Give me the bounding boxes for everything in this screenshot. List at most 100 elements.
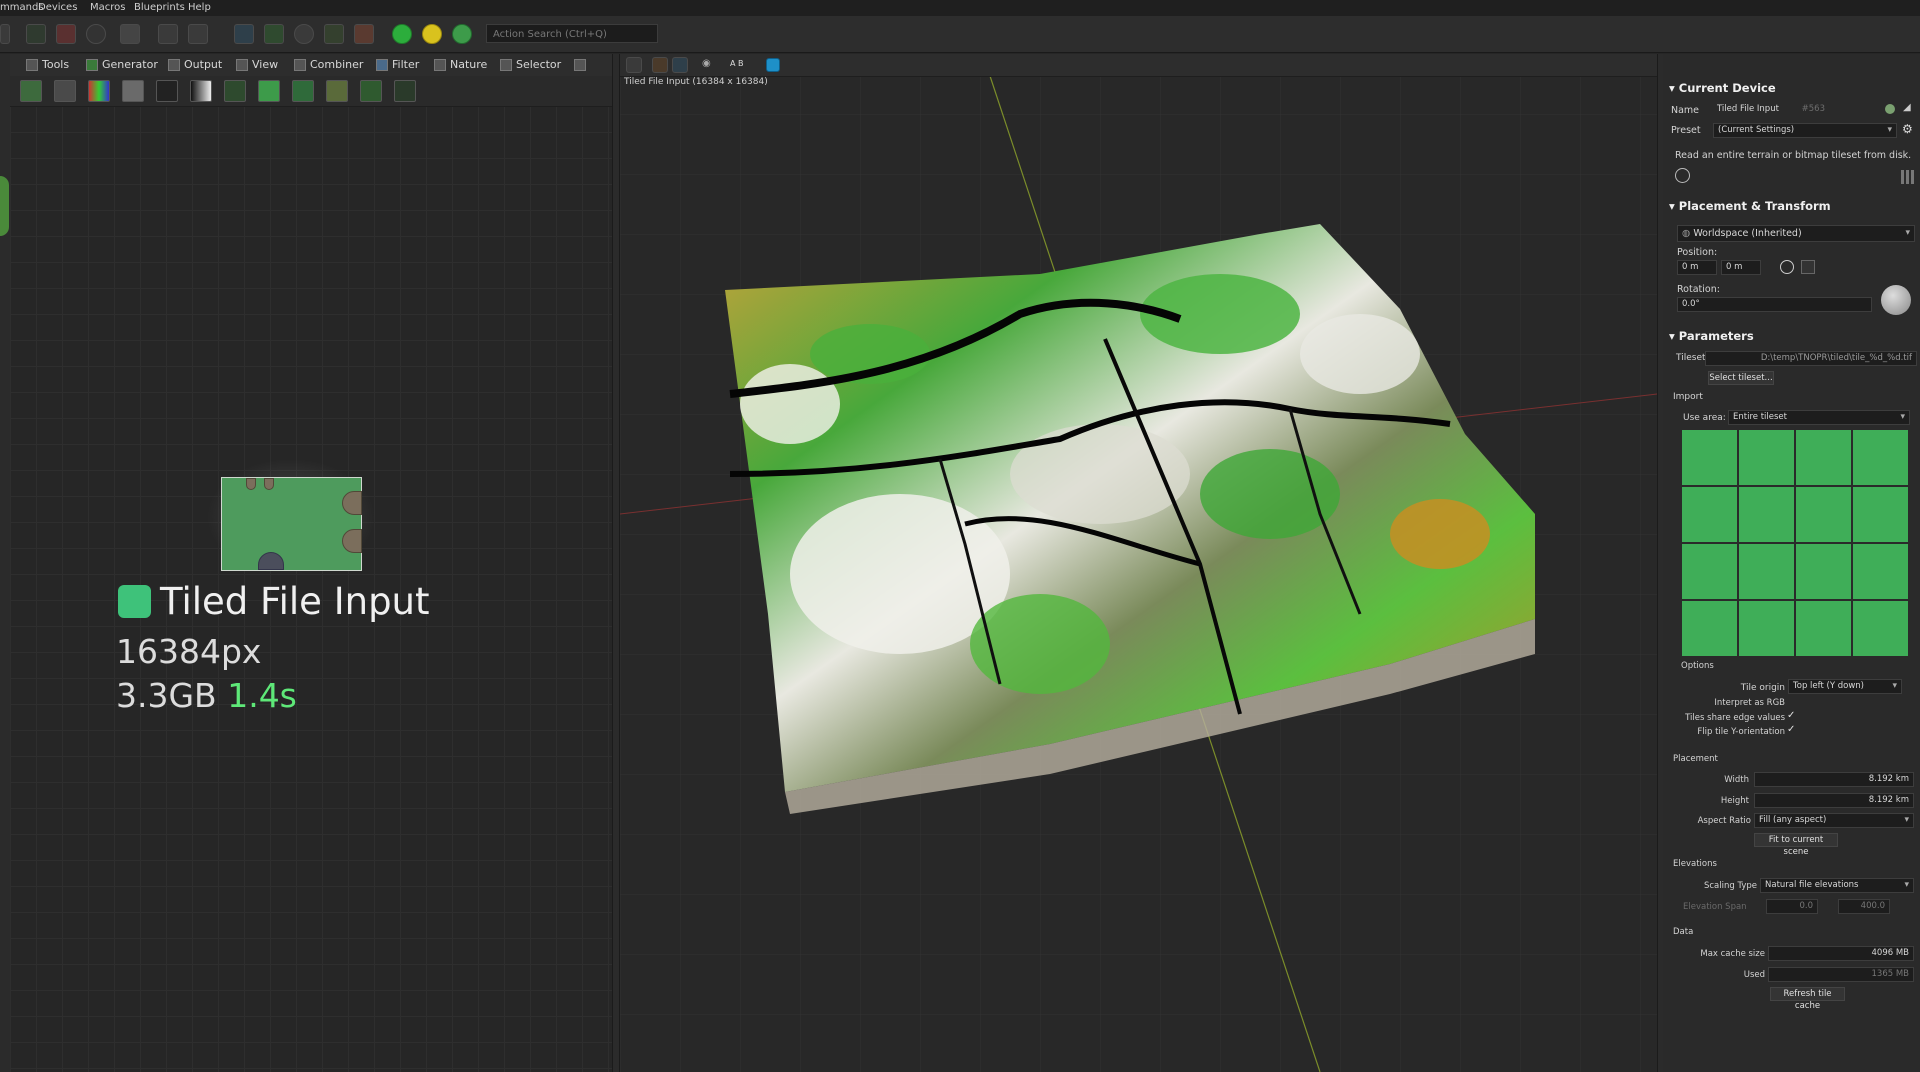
globe-small-icon: ◍ [1682,228,1694,239]
device-constant-icon[interactable] [122,80,144,102]
elevation-max-field[interactable]: 400.0 [1838,899,1890,914]
node-mask-port[interactable] [258,552,284,570]
layout-single-icon[interactable] [158,24,178,44]
build-icon[interactable] [56,24,76,44]
device-fill-icon[interactable] [258,80,280,102]
green-ball-icon[interactable] [392,24,412,44]
settings-icon[interactable] [120,24,140,44]
edit-notes-icon[interactable] [1675,168,1690,183]
action-search-input[interactable]: Action Search (Ctrl+Q) [486,24,658,43]
back-icon[interactable] [0,24,10,44]
aspect-ratio-select[interactable]: Fill (any aspect) [1754,813,1914,828]
yellow-ball-icon[interactable] [422,24,442,44]
max-cache-field[interactable]: 4096 MB [1768,946,1914,961]
height-field[interactable]: 8.192 km [1754,793,1914,808]
menu-macros[interactable]: Macros [90,2,125,13]
tab-nature[interactable]: Nature [432,57,487,73]
layout-grid-icon[interactable] [188,24,208,44]
tile-grid-preview[interactable] [1681,429,1910,657]
elevation-min-field[interactable]: 0.0 [1766,899,1818,914]
menu-blueprints[interactable]: Blueprints [134,2,185,13]
map-icon[interactable] [264,24,284,44]
position-x-field[interactable]: 0 m [1677,260,1717,275]
space-select[interactable]: ◍ Worldspace (Inherited) [1677,225,1915,242]
graph-icon[interactable] [26,24,46,44]
node-input-port[interactable] [246,478,256,490]
eye-icon[interactable]: ◉ [702,58,711,69]
tab-more[interactable] [572,57,586,73]
tab-selector[interactable]: Selector [498,57,561,73]
device-mountain-icon[interactable] [292,80,314,102]
select-tileset-button[interactable]: Select tileset... [1708,371,1774,385]
tileset-path-field[interactable]: D:\temp\TNOPR\tiled\tile_%d_%d.tif [1705,351,1917,366]
section-parameters[interactable]: ▾ Parameters [1669,329,1754,343]
width-field[interactable]: 8.192 km [1754,772,1914,787]
node-input-port[interactable] [264,478,274,490]
flip-y-checkbox[interactable]: ✓ [1787,724,1795,735]
preset-label: Preset [1671,125,1701,136]
device-file-icon[interactable] [156,80,178,102]
device-gradient-icon[interactable] [190,80,212,102]
ab-compare-toggle[interactable]: A B [730,59,744,68]
position-y-field[interactable]: 0 m [1721,260,1761,275]
tab-view[interactable]: View [234,57,278,73]
device-name-field[interactable]: Tiled File Input #563 [1713,103,1863,118]
device-noise-icon[interactable] [224,80,246,102]
interpret-rgb-checkbox[interactable] [1787,696,1797,706]
center-position-icon[interactable] [1780,260,1794,274]
node-output-port[interactable] [342,529,362,553]
tab-filter[interactable]: Filter [374,57,419,73]
camera-icon[interactable] [626,57,642,73]
refresh-tile-cache-button[interactable]: Refresh tile cache [1770,987,1845,1011]
rotation-field[interactable]: 0.0° [1677,297,1872,312]
tab-output[interactable]: Output [166,57,222,73]
export-icon[interactable] [354,24,374,44]
share-edge-checkbox[interactable]: ✓ [1787,710,1795,721]
use-area-select[interactable]: Entire tileset [1728,410,1910,425]
device-voronoi-icon[interactable] [326,80,348,102]
preset-select[interactable]: (Current Settings) [1713,123,1897,138]
tab-tools[interactable]: Tools [24,57,69,73]
tab-combiner[interactable]: Combiner [292,57,363,73]
more-tabs-icon [574,59,586,71]
node-title: Tiled File Input [160,580,430,623]
device-palette [10,76,612,107]
scaling-type-select[interactable]: Natural file elevations [1760,878,1914,893]
rotation-dial[interactable] [1881,285,1911,315]
edit-name-icon[interactable]: ◢ [1903,102,1911,113]
globe-icon[interactable] [294,24,314,44]
tab-generator[interactable]: Generator [84,57,158,73]
node-status-swatch [118,585,151,618]
section-placement-transform[interactable]: ▾ Placement & Transform [1669,199,1831,213]
menu-commands[interactable]: mmands [0,2,44,13]
tileset-label: Tileset [1676,353,1706,363]
tiled-file-input-node[interactable] [221,477,362,571]
filter-icon [376,59,388,71]
properties-panel: ▾ Current Device Name Tiled File Input #… [1663,54,1920,1072]
terrain-icon[interactable] [324,24,344,44]
menu-help[interactable]: Help [188,2,211,13]
section-current-device[interactable]: ▾ Current Device [1669,81,1776,95]
tile-origin-select[interactable]: Top left (Y down) [1788,679,1902,694]
menu-devices[interactable]: Devices [38,2,77,13]
build-ball-icon[interactable] [452,24,472,44]
info-icon[interactable] [766,58,780,72]
panel-splitter[interactable] [612,54,620,1072]
shading-icon[interactable] [672,57,688,73]
pick-position-icon[interactable] [1801,260,1815,274]
device-color-icon[interactable] [88,80,110,102]
device-tiled-input-icon[interactable] [394,80,416,102]
tile-origin-label: Tile origin [1740,683,1785,693]
collapsed-panel-tab[interactable] [0,176,9,236]
preset-gear-icon[interactable]: ⚙ [1902,122,1913,136]
render-mode-icon[interactable] [652,57,668,73]
view-icon[interactable] [234,24,254,44]
device-sphere-icon[interactable] [54,80,76,102]
node-output-port[interactable] [342,491,362,515]
device-terrain-icon[interactable] [20,80,42,102]
3d-viewport[interactable] [620,54,1657,1072]
device-options-icon[interactable] [1901,170,1915,184]
target-icon[interactable] [86,24,106,44]
device-tiles-icon[interactable] [360,80,382,102]
fit-to-scene-button[interactable]: Fit to current scene [1754,833,1838,857]
